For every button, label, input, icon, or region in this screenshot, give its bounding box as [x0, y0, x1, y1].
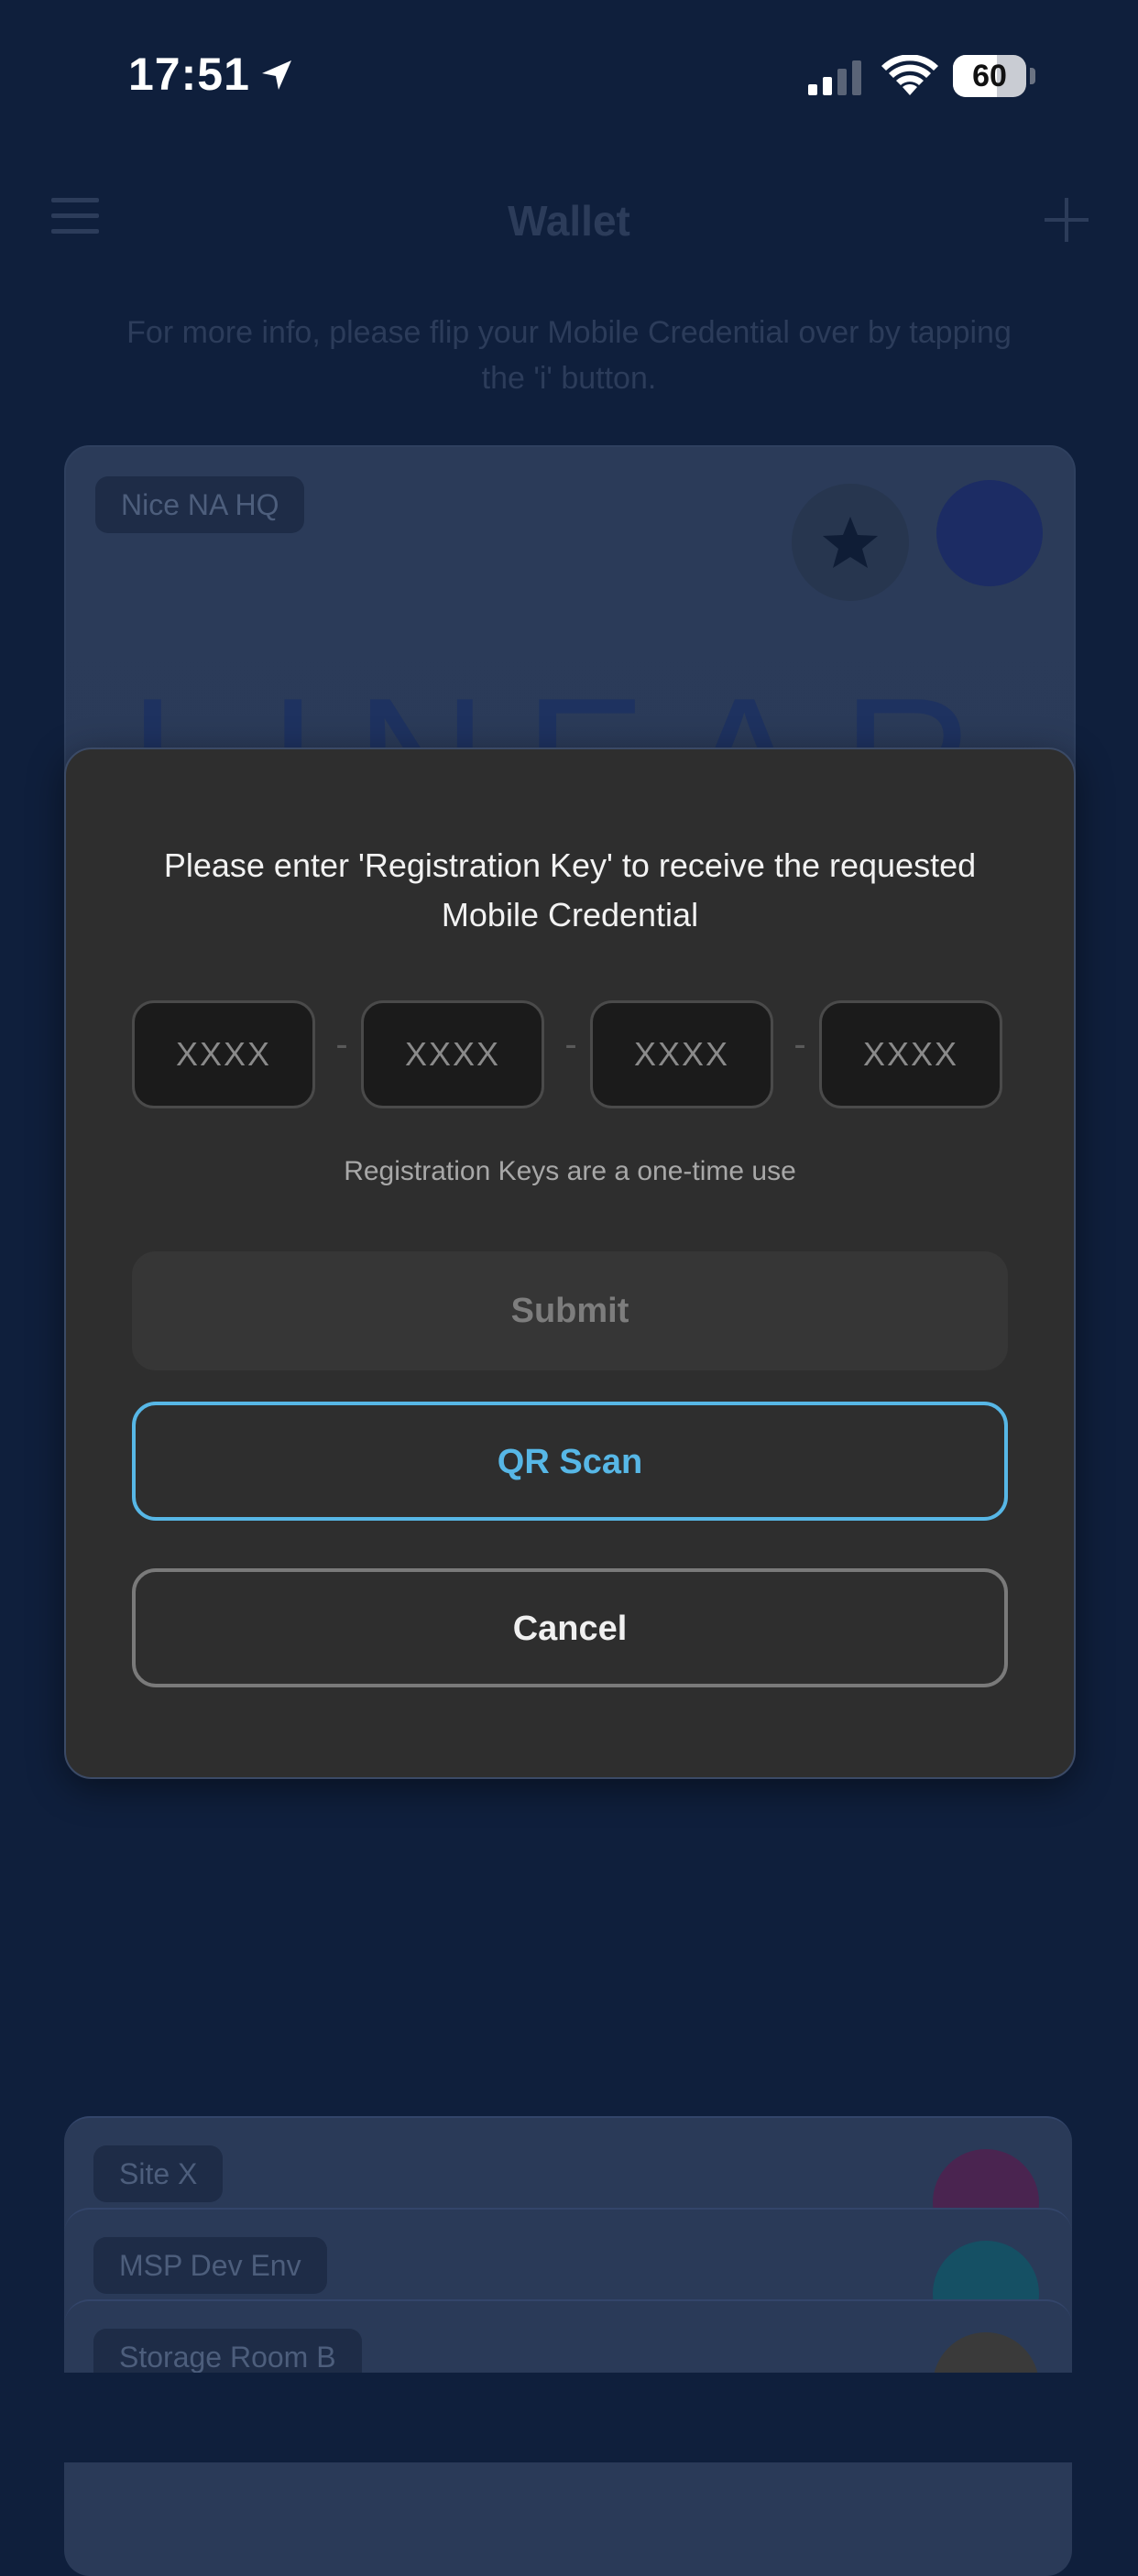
battery-indicator: 60 — [953, 55, 1035, 97]
key-note: Registration Keys are a one-time use — [344, 1156, 796, 1186]
wifi-icon — [881, 55, 938, 95]
registration-dialog: Please enter 'Registration Key' to recei… — [64, 748, 1076, 1779]
registration-key-field-3[interactable] — [590, 1000, 773, 1108]
site-label: Nice NA HQ — [95, 476, 305, 533]
info-text: For more info, please flip your Mobile C… — [126, 315, 1012, 396]
registration-key-field-1[interactable] — [132, 1000, 315, 1108]
registration-key-field-4[interactable] — [819, 1000, 1002, 1108]
key-separator: - — [335, 1024, 348, 1064]
site-label: Site X — [93, 2145, 224, 2202]
registration-key-field-2[interactable] — [361, 1000, 544, 1108]
submit-button[interactable]: Submit — [132, 1251, 1008, 1370]
status-time: 17:51 — [128, 49, 250, 100]
site-label: MSP Dev Env — [93, 2237, 327, 2294]
key-separator: - — [793, 1024, 806, 1064]
key-separator: - — [564, 1024, 577, 1064]
star-icon — [823, 517, 878, 568]
add-icon[interactable] — [1045, 198, 1089, 242]
dialog-message: Please enter 'Registration Key' to recei… — [163, 846, 977, 933]
qr-scan-button[interactable]: QR Scan — [132, 1402, 1008, 1521]
location-arrow-icon — [262, 60, 291, 90]
page-title: Wallet — [508, 197, 630, 245]
avatar — [936, 480, 1043, 586]
cellular-signal-icon — [808, 60, 861, 95]
favorite-button[interactable] — [792, 484, 909, 601]
battery-percent: 60 — [972, 59, 1007, 93]
cancel-button[interactable]: Cancel — [132, 1568, 1008, 1687]
bottom-area — [0, 2373, 1138, 2462]
